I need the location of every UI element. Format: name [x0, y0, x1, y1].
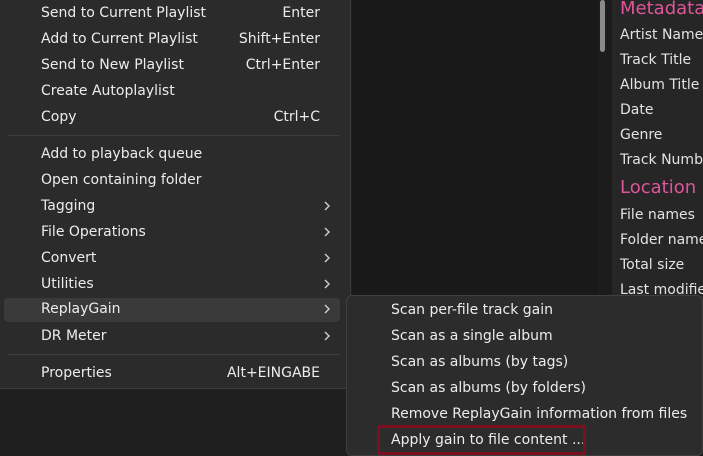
property-label: Total size	[620, 257, 685, 273]
menu-item-shortcut: Ctrl+Enter	[245, 57, 320, 73]
menu-item-label: Open containing folder	[41, 172, 202, 188]
menu-item-tagging[interactable]: Tagging	[4, 195, 340, 219]
menu-item-label: Tagging	[41, 198, 96, 214]
menu-item-label: Convert	[41, 250, 97, 266]
menu-item-label: DR Meter	[41, 328, 107, 344]
chevron-right-icon	[324, 253, 330, 263]
chevron-right-icon	[324, 227, 330, 237]
property-label: Genre	[620, 127, 663, 143]
highlight-annotation-box	[377, 425, 586, 455]
menu-item-label: Properties	[41, 365, 112, 381]
chevron-right-icon	[324, 279, 330, 289]
menu-item-dr-meter[interactable]: DR Meter	[4, 325, 340, 349]
submenu-item-label: Scan as albums (by folders)	[391, 380, 586, 396]
menu-item-shortcut: Shift+Enter	[238, 31, 320, 47]
menu-item-utilities[interactable]: Utilities	[4, 273, 340, 297]
submenu-item-remove-replaygain-info[interactable]: Remove ReplayGain information from files	[351, 403, 700, 427]
property-label: Track Title	[620, 52, 692, 68]
menu-item-label: Add to playback queue	[41, 146, 203, 162]
menu-item-add-to-playback-queue[interactable]: Add to playback queue	[4, 143, 340, 167]
property-label: File names	[620, 207, 695, 223]
menu-item-create-autoplaylist[interactable]: Create Autoplaylist	[4, 80, 340, 104]
submenu-item-label: Scan as a single album	[391, 328, 553, 344]
menu-item-label: Copy	[41, 109, 77, 125]
menu-item-copy[interactable]: Copy Ctrl+C	[4, 106, 340, 130]
chevron-right-icon	[324, 331, 330, 341]
menu-item-shortcut: Enter	[282, 5, 320, 21]
context-menu: Send to Current Playlist Enter Add to Cu…	[0, 0, 351, 389]
property-label: Artist Name	[620, 27, 703, 43]
submenu-item-label: Scan as albums (by tags)	[391, 354, 569, 370]
submenu-item-label: Scan per-file track gain	[391, 302, 553, 318]
menu-item-label: Create Autoplaylist	[41, 83, 175, 99]
menu-item-label: File Operations	[41, 224, 146, 240]
menu-item-shortcut: Alt+EINGABE	[226, 365, 320, 381]
menu-item-shortcut: Ctrl+C	[273, 109, 320, 125]
properties-pane: Metadata Artist Name Track Title Album T…	[612, 0, 703, 300]
menu-item-label: Utilities	[41, 276, 94, 292]
menu-item-convert[interactable]: Convert	[4, 247, 340, 271]
property-label: Album Title	[620, 77, 700, 93]
submenu-item-scan-single-album[interactable]: Scan as a single album	[351, 325, 700, 349]
menu-item-file-operations[interactable]: File Operations	[4, 221, 340, 245]
section-heading-metadata: Metadata	[620, 0, 703, 19]
submenu-item-scan-albums-by-folders[interactable]: Scan as albums (by folders)	[351, 377, 700, 401]
chevron-right-icon	[324, 304, 330, 314]
menu-separator	[8, 354, 340, 355]
property-label: Folder name	[620, 232, 703, 248]
menu-item-label: Add to Current Playlist	[41, 31, 198, 47]
submenu-item-scan-albums-by-tags[interactable]: Scan as albums (by tags)	[351, 351, 700, 375]
chevron-right-icon	[324, 201, 330, 211]
submenu-item-scan-per-file-track-gain[interactable]: Scan per-file track gain	[351, 299, 700, 323]
section-heading-location: Location	[620, 177, 697, 198]
menu-item-label: Send to New Playlist	[41, 57, 184, 73]
menu-item-send-to-new-playlist[interactable]: Send to New Playlist Ctrl+Enter	[4, 54, 340, 78]
menu-separator	[8, 135, 340, 136]
scrollbar-thumb[interactable]	[600, 0, 605, 52]
property-label: Track Number	[620, 152, 703, 168]
menu-item-add-to-current-playlist[interactable]: Add to Current Playlist Shift+Enter	[4, 28, 340, 52]
property-label: Date	[620, 102, 654, 118]
menu-item-properties[interactable]: Properties Alt+EINGABE	[4, 362, 340, 386]
menu-item-label: Send to Current Playlist	[41, 5, 207, 21]
menu-item-send-to-current-playlist[interactable]: Send to Current Playlist Enter	[4, 2, 340, 26]
menu-item-replaygain[interactable]: ReplayGain	[4, 298, 340, 322]
submenu-item-label: Remove ReplayGain information from files	[391, 406, 688, 422]
menu-item-label: ReplayGain	[41, 301, 121, 317]
menu-item-open-containing-folder[interactable]: Open containing folder	[4, 169, 340, 193]
